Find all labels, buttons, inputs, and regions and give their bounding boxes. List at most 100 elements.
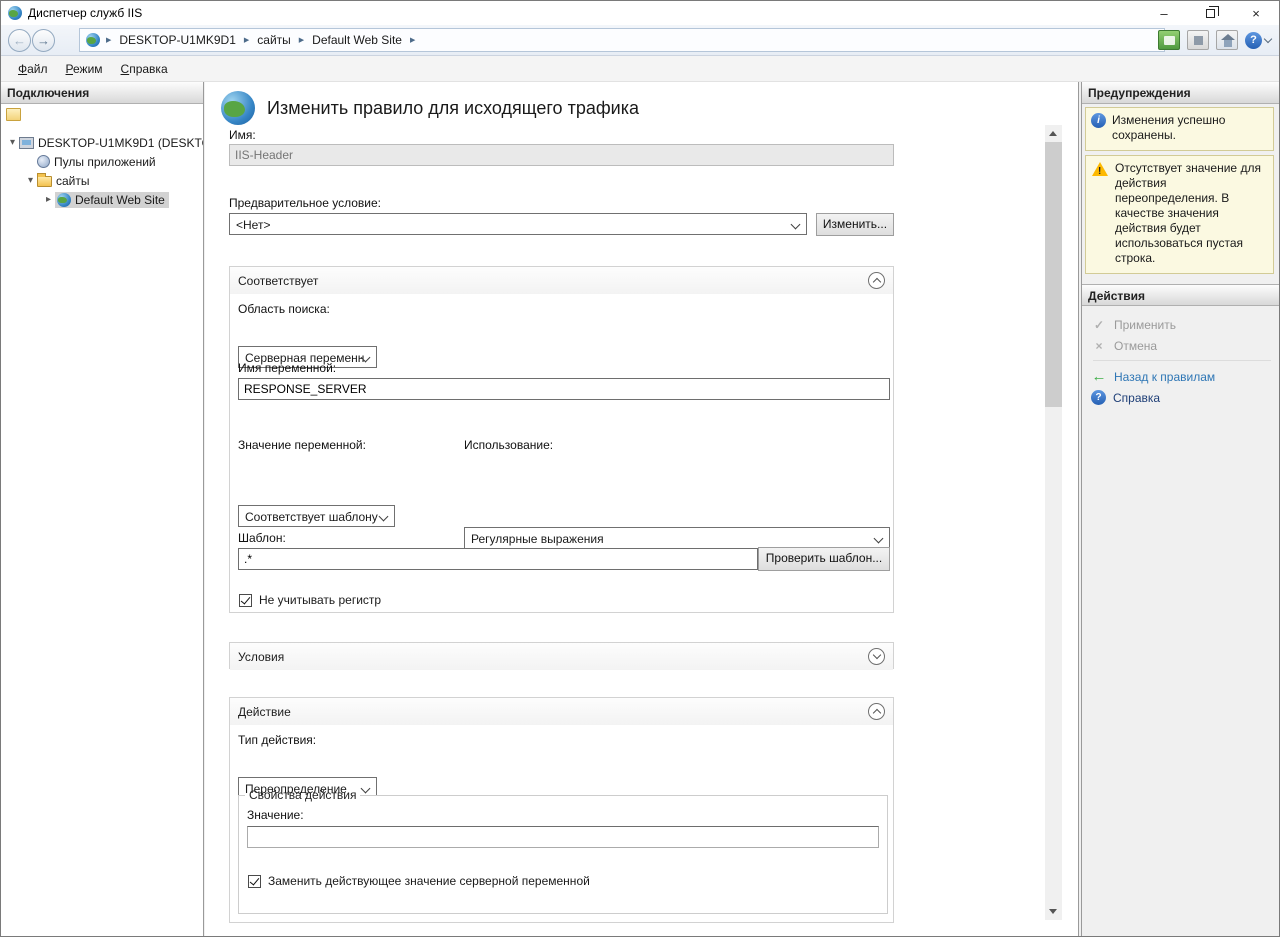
tree-item-app-pools[interactable]: Пулы приложений <box>1 152 203 171</box>
scrollbar-thumb[interactable] <box>1045 142 1062 407</box>
breadcrumb-arrow-icon: ▶ <box>106 37 111 44</box>
scroll-down-button[interactable] <box>1045 903 1062 920</box>
edit-precondition-button[interactable]: Изменить... <box>816 213 894 236</box>
server-icon <box>19 137 34 149</box>
tree-collapsed-icon[interactable]: ▸ <box>42 194 55 205</box>
cancel-button[interactable]: × Отмена <box>1091 335 1280 356</box>
stop-icon[interactable] <box>1187 30 1209 50</box>
expand-chevron-icon[interactable] <box>868 648 885 665</box>
pattern-label: Шаблон: <box>238 531 286 545</box>
precondition-label: Предварительное условие: <box>229 196 381 210</box>
info-alert: i Изменения успешно сохранены. <box>1085 107 1274 151</box>
main-content: Изменить правило для исходящего трафика … <box>205 82 1079 936</box>
ignore-case-label: Не учитывать регистр <box>259 593 381 607</box>
breadcrumb-arrow-icon: ▶ <box>244 37 249 44</box>
scope-label: Область поиска: <box>238 302 330 316</box>
info-icon: i <box>1091 113 1106 128</box>
menu-view[interactable]: Режим <box>57 59 112 79</box>
back-to-rules-link[interactable]: ← Назад к правилам <box>1091 366 1280 387</box>
conditions-section-title: Условия <box>238 650 284 664</box>
close-button[interactable]: × <box>1233 1 1279 25</box>
apply-button[interactable]: ✓ Применить <box>1091 314 1280 335</box>
forward-button[interactable]: → <box>32 29 55 52</box>
iis-manager-window: Диспетчер служб IIS – × ← → ▶ DESKTOP-U1… <box>0 0 1280 937</box>
help-icon: ? <box>1245 32 1262 49</box>
action-value-input[interactable] <box>247 826 879 848</box>
breadcrumb-item-server[interactable]: DESKTOP-U1MK9D1 <box>117 32 237 48</box>
home-icon[interactable] <box>1216 30 1238 50</box>
breadcrumb-item-sites[interactable]: сайты <box>255 32 293 48</box>
minimize-button[interactable]: – <box>1141 1 1187 25</box>
variable-value-label: Значение переменной: <box>238 438 366 452</box>
tree-item-sites[interactable]: ▾ сайты <box>1 171 203 190</box>
maximize-button[interactable] <box>1187 1 1233 25</box>
forward-arrow-icon: → <box>37 33 50 48</box>
action-section: Действие Тип действия: Переопределение С… <box>229 697 894 923</box>
menubar: Файл Режим Справка <box>1 56 1279 82</box>
titlebar: Диспетчер служб IIS – × <box>1 1 1279 25</box>
window-title: Диспетчер служб IIS <box>28 6 142 20</box>
connections-header: Подключения <box>1 82 203 104</box>
chevron-down-icon <box>1264 34 1272 42</box>
help-icon: ? <box>1091 390 1106 405</box>
menu-file[interactable]: Файл <box>9 59 57 79</box>
variable-name-input[interactable] <box>238 378 890 400</box>
ignore-case-checkbox[interactable]: Не учитывать регистр <box>239 593 381 607</box>
replace-value-label: Заменить действующее значение серверной … <box>268 874 590 888</box>
addressbar-toolbar: ? <box>1158 30 1271 50</box>
variable-name-label: Имя переменной: <box>238 361 336 375</box>
app-icon <box>8 6 22 20</box>
test-pattern-button[interactable]: Проверить шаблон... <box>758 547 890 571</box>
using-label: Использование: <box>464 438 553 452</box>
alerts-header: Предупреждения <box>1082 82 1280 104</box>
tree-expanded-icon[interactable]: ▾ <box>6 137 19 148</box>
breadcrumb-arrow-icon: ▶ <box>299 37 304 44</box>
tree-item-server[interactable]: ▾ DESKTOP-U1MK9D1 (DESKTOP <box>1 133 203 152</box>
using-select[interactable]: Регулярные выражения <box>464 527 890 549</box>
name-label: Имя: <box>229 128 256 142</box>
actions-separator <box>1093 360 1271 361</box>
collapse-chevron-icon[interactable] <box>868 703 885 720</box>
replace-value-checkbox[interactable]: Заменить действующее значение серверной … <box>248 874 590 888</box>
connections-panel: Подключения ▾ DESKTOP-U1MK9D1 (DESKTOP П… <box>1 82 204 936</box>
back-button[interactable]: ← <box>8 29 31 52</box>
tree-expanded-icon[interactable]: ▾ <box>24 175 37 186</box>
menu-help[interactable]: Справка <box>112 59 177 79</box>
minimize-icon: – <box>1160 6 1167 21</box>
connections-toolbar <box>1 104 203 128</box>
help-menu-button[interactable]: ? <box>1245 32 1271 49</box>
vertical-scrollbar[interactable] <box>1045 125 1062 920</box>
action-properties-legend: Свойства действия <box>245 788 360 802</box>
selected-tree-item: Default Web Site <box>55 192 169 208</box>
help-link[interactable]: ? Справка <box>1091 387 1280 408</box>
breadcrumb-item-website[interactable]: Default Web Site <box>310 32 404 48</box>
window-controls: – × <box>1141 1 1279 25</box>
name-input: IIS-Header <box>229 144 894 166</box>
action-section-header[interactable]: Действие <box>230 698 893 725</box>
pattern-input[interactable] <box>238 548 758 570</box>
action-type-label: Тип действия: <box>238 733 316 747</box>
back-arrow-icon: ← <box>1091 368 1107 385</box>
variable-value-select[interactable]: Соответствует шаблону <box>238 505 395 527</box>
warning-alert-text: Отсутствует значение для действия переоп… <box>1115 161 1267 266</box>
conditions-section: Условия <box>229 642 894 669</box>
match-section-header[interactable]: Соответствует <box>230 267 893 294</box>
page-globe-icon <box>221 91 255 125</box>
info-alert-text: Изменения успешно сохранены. <box>1112 113 1267 143</box>
apply-icon: ✓ <box>1091 318 1107 332</box>
add-connection-icon[interactable] <box>6 108 21 121</box>
checkbox-icon <box>248 875 261 888</box>
conditions-section-header[interactable]: Условия <box>230 643 893 670</box>
collapse-chevron-icon[interactable] <box>868 272 885 289</box>
actions-list: ✓ Применить × Отмена ← Назад к правилам … <box>1082 306 1280 408</box>
warning-icon: ! <box>1091 161 1109 176</box>
restart-icon[interactable] <box>1158 30 1180 50</box>
tree-item-default-web-site[interactable]: ▸ Default Web Site <box>1 190 203 209</box>
precondition-select[interactable]: <Нет> <box>229 213 807 235</box>
restore-icon <box>1206 9 1215 18</box>
actions-header: Действия <box>1082 284 1280 306</box>
warning-alert: ! Отсутствует значение для действия пере… <box>1085 155 1274 274</box>
scroll-up-button[interactable] <box>1045 125 1062 142</box>
action-section-title: Действие <box>238 705 291 719</box>
site-globe-icon <box>86 33 100 47</box>
